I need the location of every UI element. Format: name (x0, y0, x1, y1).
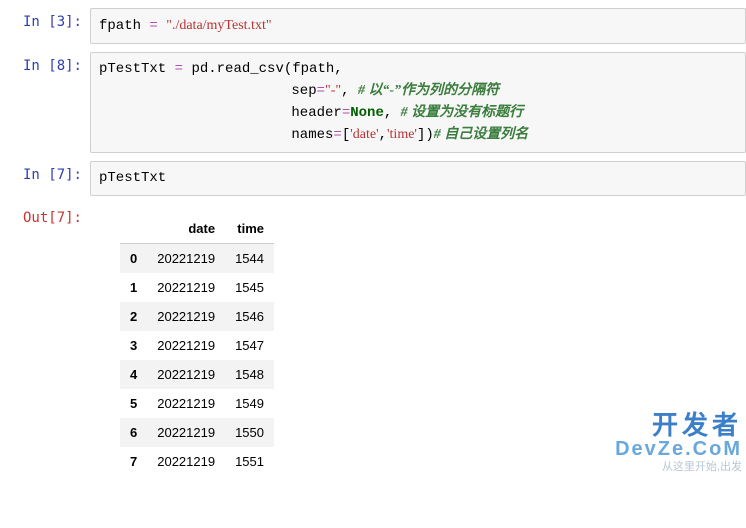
table-row: 3 20221219 1547 (120, 331, 274, 360)
variable: fpath (99, 18, 141, 34)
dataframe-table: date time 0 20221219 1544 1 20221219 154… (120, 214, 274, 476)
cell-time: 1550 (225, 418, 274, 447)
kwarg: names (291, 127, 333, 143)
equals: = (342, 105, 350, 121)
row-index: 6 (120, 418, 147, 447)
column-header: date (147, 214, 225, 244)
cell-date: 20221219 (147, 447, 225, 476)
cell-time: 1544 (225, 244, 274, 274)
operator: = (175, 61, 183, 77)
equals: = (333, 127, 341, 143)
keyword-none: None (350, 105, 384, 121)
comma: , (379, 127, 387, 143)
code-cell-7: In [7]: pTestTxt (0, 161, 746, 196)
string-literal: 'date' (350, 127, 378, 142)
bracket-open: [ (342, 127, 350, 143)
code-input[interactable]: pTestTxt = pd.read_csv(fpath, sep="-", #… (90, 52, 746, 153)
table-row: 6 20221219 1550 (120, 418, 274, 447)
comma: , (341, 83, 349, 99)
cell-time: 1545 (225, 273, 274, 302)
row-index: 0 (120, 244, 147, 274)
kwarg: sep (291, 83, 316, 99)
variable: pTestTxt (99, 61, 166, 77)
cell-time: 1548 (225, 360, 274, 389)
row-index: 3 (120, 331, 147, 360)
string-literal: 'time' (387, 127, 417, 142)
cell-time: 1546 (225, 302, 274, 331)
input-prompt: In [8]: (0, 52, 90, 153)
code-line: names=['date','time'])# 自己设置列名 (99, 124, 737, 146)
comma: , (384, 105, 392, 121)
string-literal: "-" (325, 83, 341, 98)
code-line: sep="-", # 以“-”作为列的分隔符 (99, 80, 737, 102)
column-header: time (225, 214, 274, 244)
row-index: 1 (120, 273, 147, 302)
bracket-close: ]) (417, 127, 434, 143)
cell-date: 20221219 (147, 360, 225, 389)
row-index: 7 (120, 447, 147, 476)
output-area: date time 0 20221219 1544 1 20221219 154… (90, 204, 746, 476)
code-line: header=None, # 设置为没有标题行 (99, 102, 737, 124)
cell-date: 20221219 (147, 389, 225, 418)
index-header (120, 214, 147, 244)
table-row: 7 20221219 1551 (120, 447, 274, 476)
input-prompt: In [3]: (0, 8, 90, 44)
cell-time: 1547 (225, 331, 274, 360)
cell-time: 1551 (225, 447, 274, 476)
comment: # 设置为没有标题行 (401, 105, 524, 120)
table-row: 1 20221219 1545 (120, 273, 274, 302)
cell-date: 20221219 (147, 331, 225, 360)
cell-date: 20221219 (147, 244, 225, 274)
table-row: 2 20221219 1546 (120, 302, 274, 331)
operator: = (149, 18, 157, 34)
code-cell-3: In [3]: fpath = "./data/myTest.txt" (0, 8, 746, 44)
func-call: pd.read_csv(fpath, (191, 61, 342, 77)
output-prompt: Out[7]: (0, 204, 90, 476)
cell-time: 1549 (225, 389, 274, 418)
input-prompt: In [7]: (0, 161, 90, 196)
row-index: 5 (120, 389, 147, 418)
table-row: 5 20221219 1549 (120, 389, 274, 418)
equals: = (317, 83, 325, 99)
code-line: pTestTxt = pd.read_csv(fpath, (99, 59, 737, 80)
comment: # 自己设置列名 (434, 127, 529, 142)
table-header-row: date time (120, 214, 274, 244)
cell-date: 20221219 (147, 418, 225, 447)
row-index: 4 (120, 360, 147, 389)
code-input[interactable]: fpath = "./data/myTest.txt" (90, 8, 746, 44)
comment: # 以“-”作为列的分隔符 (358, 83, 499, 98)
kwarg: header (291, 105, 341, 121)
row-index: 2 (120, 302, 147, 331)
cell-date: 20221219 (147, 273, 225, 302)
variable: pTestTxt (99, 170, 166, 186)
string-literal: "./data/myTest.txt" (166, 18, 271, 33)
table-row: 0 20221219 1544 (120, 244, 274, 274)
table-row: 4 20221219 1548 (120, 360, 274, 389)
output-cell-7: Out[7]: date time 0 20221219 1544 1 2022… (0, 204, 746, 476)
cell-date: 20221219 (147, 302, 225, 331)
code-cell-8: In [8]: pTestTxt = pd.read_csv(fpath, se… (0, 52, 746, 153)
code-input[interactable]: pTestTxt (90, 161, 746, 196)
